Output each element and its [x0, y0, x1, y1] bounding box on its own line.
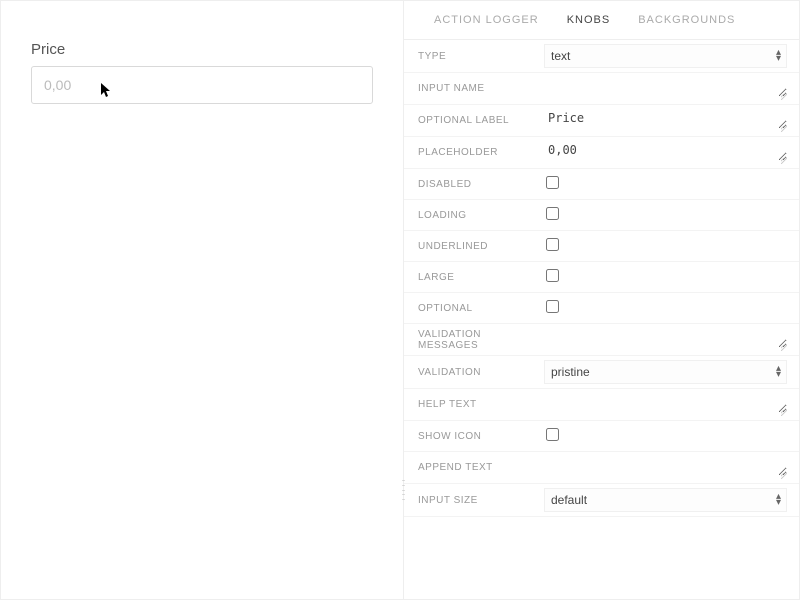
knob-label: LOADING — [404, 210, 544, 221]
knob-row-underlined: UNDERLINED — [404, 231, 799, 262]
optional-label-field[interactable]: Price — [544, 109, 787, 129]
knob-row-help-text: HELP TEXT — [404, 389, 799, 421]
knob-label: OPTIONAL — [404, 303, 544, 314]
knob-row-type: TYPE text ▴▾ — [404, 40, 799, 73]
knob-label: VALIDATION — [404, 367, 544, 378]
append-text-field[interactable] — [544, 456, 787, 476]
knob-row-append-text: APPEND TEXT — [404, 452, 799, 484]
validation-messages-field[interactable] — [544, 328, 787, 348]
large-checkbox[interactable] — [546, 269, 559, 282]
type-select[interactable]: text — [544, 44, 787, 68]
input-name-field[interactable] — [544, 77, 787, 97]
price-input[interactable] — [31, 66, 373, 104]
knob-row-loading: LOADING — [404, 200, 799, 231]
knob-label: PLACEHOLDER — [404, 147, 544, 158]
knob-row-optional: OPTIONAL — [404, 293, 799, 324]
knob-row-validation: VALIDATION pristine ▴▾ — [404, 356, 799, 389]
knob-label: UNDERLINED — [404, 241, 544, 252]
help-text-field[interactable] — [544, 393, 787, 413]
knob-row-input-name: INPUT NAME — [404, 73, 799, 105]
preview-pane: Price — [0, 0, 404, 600]
show-icon-checkbox[interactable] — [546, 428, 559, 441]
pane-resize-handle[interactable] — [402, 480, 406, 500]
underlined-checkbox[interactable] — [546, 238, 559, 251]
knob-label: HELP TEXT — [404, 399, 544, 410]
preview-field-label: Price — [31, 41, 373, 58]
addon-tabs: ACTION LOGGER KNOBS BACKGROUNDS — [404, 1, 799, 40]
knob-label: SHOW ICON — [404, 431, 544, 442]
optional-checkbox[interactable] — [546, 300, 559, 313]
validation-select[interactable]: pristine — [544, 360, 787, 384]
tab-knobs[interactable]: KNOBS — [567, 1, 611, 39]
knob-label: INPUT NAME — [404, 83, 544, 94]
knob-row-input-size: INPUT SIZE default ▴▾ — [404, 484, 799, 517]
knob-row-large: LARGE — [404, 262, 799, 293]
knob-label: OPTIONAL LABEL — [404, 115, 544, 126]
controls-pane: ACTION LOGGER KNOBS BACKGROUNDS TYPE tex… — [404, 0, 800, 600]
knob-list: TYPE text ▴▾ INPUT NAME OPTIONAL LABEL P… — [404, 40, 799, 599]
knob-label: INPUT SIZE — [404, 495, 544, 506]
knob-row-validation-messages: VALIDATION MESSAGES — [404, 324, 799, 356]
knob-label: DISABLED — [404, 179, 544, 190]
knob-label: LARGE — [404, 272, 544, 283]
input-size-select[interactable]: default — [544, 488, 787, 512]
knob-label: TYPE — [404, 51, 544, 62]
knob-row-placeholder: PLACEHOLDER 0,00 — [404, 137, 799, 169]
tab-action-logger[interactable]: ACTION LOGGER — [434, 1, 539, 39]
loading-checkbox[interactable] — [546, 207, 559, 220]
knob-row-optional-label: OPTIONAL LABEL Price — [404, 105, 799, 137]
placeholder-field[interactable]: 0,00 — [544, 141, 787, 161]
knob-row-show-icon: SHOW ICON — [404, 421, 799, 452]
knob-label: APPEND TEXT — [404, 462, 544, 473]
knob-row-disabled: DISABLED — [404, 169, 799, 200]
knob-label: VALIDATION MESSAGES — [404, 329, 544, 351]
tab-backgrounds[interactable]: BACKGROUNDS — [638, 1, 735, 39]
disabled-checkbox[interactable] — [546, 176, 559, 189]
